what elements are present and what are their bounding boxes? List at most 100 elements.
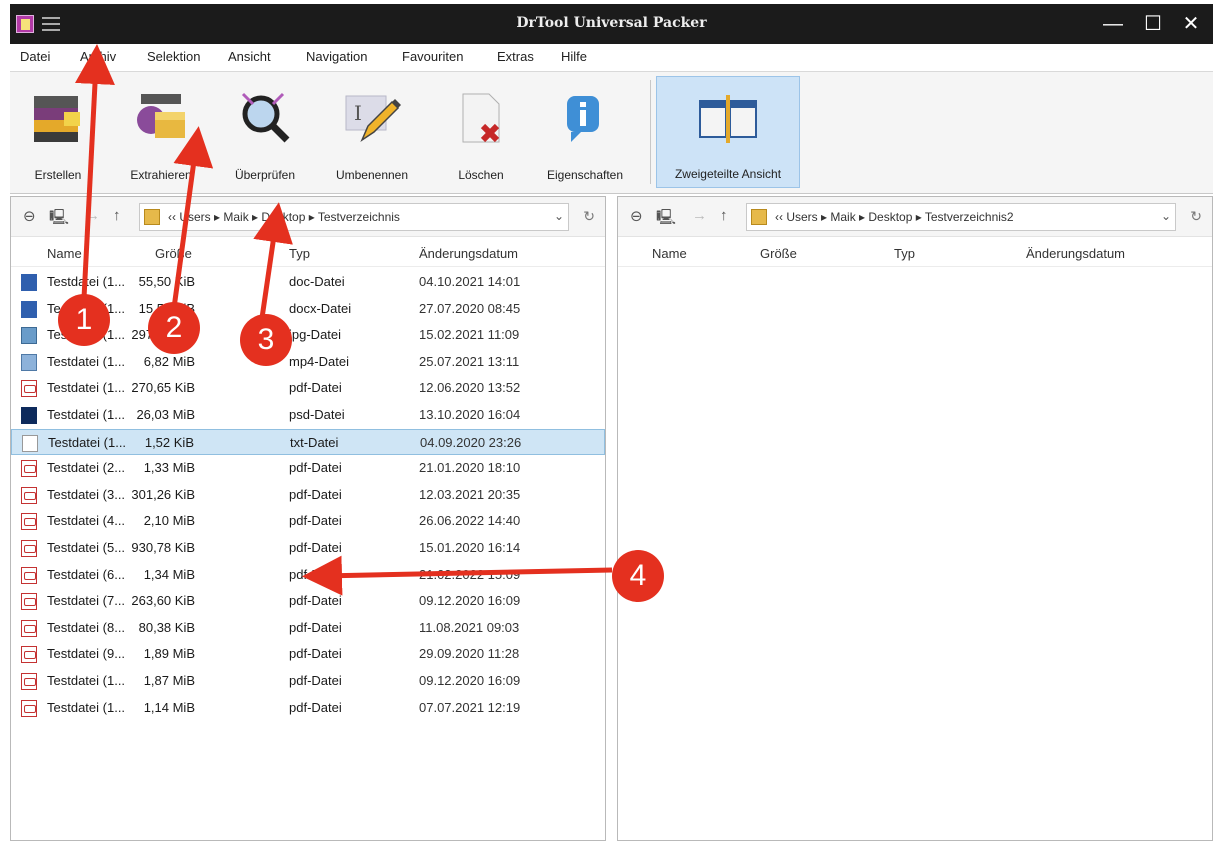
- rename-label: Umbenennen: [335, 168, 409, 182]
- file-size: 1,34 MiB: [143, 566, 195, 582]
- file-type: pdf-Datei: [289, 672, 342, 688]
- rename-button[interactable]: I Umbenennen: [322, 76, 422, 188]
- mp4-file-icon: [21, 353, 37, 371]
- menu-hilfe[interactable]: Hilfe: [561, 49, 587, 64]
- minimize-button[interactable]: —: [1096, 10, 1130, 38]
- left-path-box[interactable]: ‹‹ Users ▸ Maik ▸ Desktop ▸ Testverzeich…: [139, 203, 569, 231]
- file-type: pdf-Datei: [289, 619, 342, 635]
- up-icon[interactable]: ↑: [720, 207, 728, 224]
- file-type: psd-Datei: [289, 406, 345, 422]
- folder-icon: [751, 209, 767, 225]
- txt-file-icon: [22, 434, 38, 452]
- refresh-icon[interactable]: ↻: [1190, 208, 1202, 225]
- table-row[interactable]: Testdatei (1... 1,14 MiB pdf-Datei 07.07.20…: [11, 695, 605, 722]
- file-date: 09.12.2020 16:09: [419, 672, 521, 688]
- forward-icon[interactable]: →: [692, 207, 707, 224]
- up-icon[interactable]: ↑: [113, 207, 121, 224]
- create-button[interactable]: Erstellen: [16, 76, 100, 188]
- table-row[interactable]: Testdatei (6... 1,34 MiB pdf-Datei 21.02.20…: [11, 562, 605, 589]
- magnifier-verify-icon: [241, 92, 290, 143]
- properties-button[interactable]: Eigenschaften: [536, 76, 634, 188]
- left-column-header: Name Größe Typ Änderungsdatum: [11, 239, 605, 267]
- img-file-icon: [21, 327, 37, 345]
- menu-favouriten[interactable]: Favouriten: [402, 49, 463, 64]
- split-view-button[interactable]: Zweigeteilte Ansicht: [656, 76, 800, 188]
- col-date[interactable]: Änderungsdatum: [419, 246, 518, 261]
- col-type[interactable]: Typ: [289, 246, 310, 261]
- file-date: 26.06.2022 14:40: [419, 513, 521, 529]
- right-path-box[interactable]: ‹‹ Users ▸ Maik ▸ Desktop ▸ Testverzeich…: [746, 203, 1176, 231]
- window-title: DrTool Universal Packer: [516, 15, 707, 31]
- right-column-header: Name Größe Typ Änderungsdatum: [618, 239, 1212, 267]
- col-name[interactable]: Name: [652, 246, 687, 261]
- file-size: 6,82 MiB: [143, 353, 195, 369]
- back-icon[interactable]: ⊖: [630, 207, 643, 225]
- menu-ansicht[interactable]: Ansicht: [228, 49, 271, 64]
- left-breadcrumb[interactable]: ‹‹ Users ▸ Maik ▸ Desktop ▸ Testverzeich…: [168, 210, 400, 224]
- col-type[interactable]: Typ: [894, 246, 915, 261]
- back-icon[interactable]: ⊖: [23, 207, 36, 225]
- folder-icon: [144, 209, 160, 225]
- file-date: 27.07.2020 08:45: [419, 300, 521, 316]
- archive-create-icon: [34, 96, 80, 142]
- right-pane: ⊖ 🖳 → ↑ ‹‹ Users ▸ Maik ▸ Desktop ▸ Test…: [617, 196, 1213, 841]
- col-size[interactable]: Größe: [155, 246, 192, 261]
- refresh-icon[interactable]: ↻: [583, 208, 595, 225]
- computer-icon[interactable]: 🖳: [656, 207, 676, 232]
- forward-icon[interactable]: →: [85, 207, 100, 224]
- file-size: 270,65 KiB: [131, 380, 195, 396]
- pdf-file-icon: [21, 593, 37, 611]
- annotation-badge-3: 3: [240, 314, 292, 366]
- col-size[interactable]: Größe: [760, 246, 797, 261]
- file-type: pdf-Datei: [289, 486, 342, 502]
- verify-button[interactable]: Überprüfen: [222, 76, 308, 188]
- table-row[interactable]: Testdatei (3... 301,26 KiB pdf-Datei 12.03.…: [11, 482, 605, 509]
- info-properties-icon: [567, 96, 599, 142]
- annotation-badge-2: 2: [148, 302, 200, 354]
- pdf-file-icon: [21, 619, 37, 637]
- file-size: 930,78 KiB: [131, 539, 195, 555]
- table-row[interactable]: Testdatei (9... 1,89 MiB pdf-Datei 29.09.20…: [11, 641, 605, 668]
- menu-navigation[interactable]: Navigation: [306, 49, 367, 64]
- split-view-label: Zweigeteilte Ansicht: [674, 167, 782, 181]
- file-size: 26,03 MiB: [136, 406, 195, 422]
- pdf-file-icon: [21, 380, 37, 398]
- file-date: 09.12.2020 16:09: [419, 593, 521, 609]
- menu-selektion[interactable]: Selektion: [147, 49, 200, 64]
- file-size: 1,14 MiB: [143, 699, 195, 715]
- properties-label: Eigenschaften: [546, 168, 624, 182]
- menu-datei[interactable]: Datei: [20, 49, 50, 64]
- col-date[interactable]: Änderungsdatum: [1026, 246, 1125, 261]
- table-row[interactable]: Testdatei (8... 80,38 KiB pdf-Datei 11.08.2…: [11, 615, 605, 642]
- file-name: Testdatei (1...: [47, 274, 126, 289]
- table-row[interactable]: Testdatei (4... 2,10 MiB pdf-Datei 26.06.20…: [11, 508, 605, 535]
- maximize-button[interactable]: ☐: [1136, 10, 1170, 38]
- file-type: pdf-Datei: [289, 513, 342, 529]
- close-button[interactable]: ✕: [1174, 10, 1208, 38]
- pdf-file-icon: [21, 646, 37, 664]
- menu-archiv[interactable]: Archiv: [80, 49, 116, 64]
- table-row[interactable]: Testdatei (1... 270,65 KiB pdf-Datei 12.06.…: [11, 375, 605, 402]
- chevron-down-icon[interactable]: ⌄: [1161, 209, 1171, 223]
- table-row[interactable]: Testdatei (2... 1,33 MiB pdf-Datei 21.01.20…: [11, 455, 605, 482]
- menu-extras[interactable]: Extras: [497, 49, 534, 64]
- delete-button[interactable]: Löschen: [438, 76, 524, 188]
- file-name: Testdatei (1...: [47, 406, 126, 422]
- doc-file-icon: [21, 300, 37, 318]
- table-row[interactable]: Testdatei (1... 1,52 KiB txt-Datei 04.09.20…: [11, 428, 605, 456]
- file-type: jpg-Datei: [289, 327, 342, 343]
- extract-button[interactable]: Extrahieren: [114, 76, 208, 188]
- computer-icon[interactable]: 🖳: [49, 207, 69, 232]
- table-row[interactable]: Testdatei (7... 263,60 KiB pdf-Datei 09.12.…: [11, 588, 605, 615]
- col-name[interactable]: Name: [47, 246, 82, 261]
- table-row[interactable]: Testdatei (1... 55,50 KiB doc-Datei 04.10.2…: [11, 269, 605, 296]
- pdf-file-icon: [21, 539, 37, 557]
- archive-extract-icon: [137, 94, 185, 138]
- table-row[interactable]: Testdatei (1... 26,03 MiB psd-Datei 13.10.2…: [11, 402, 605, 429]
- table-row[interactable]: Testdatei (5... 930,78 KiB pdf-Datei 15.01.…: [11, 535, 605, 562]
- right-breadcrumb[interactable]: ‹‹ Users ▸ Maik ▸ Desktop ▸ Testverzeich…: [775, 210, 1014, 224]
- table-row[interactable]: Testdatei (1... 1,87 MiB pdf-Datei 09.12.20…: [11, 668, 605, 695]
- chevron-down-icon[interactable]: ⌄: [554, 209, 564, 223]
- file-name: Testdatei (1...: [47, 699, 126, 715]
- table-row[interactable]: Testdatei (1... 6,82 MiB mp4-Datei 25.07.20…: [11, 349, 605, 376]
